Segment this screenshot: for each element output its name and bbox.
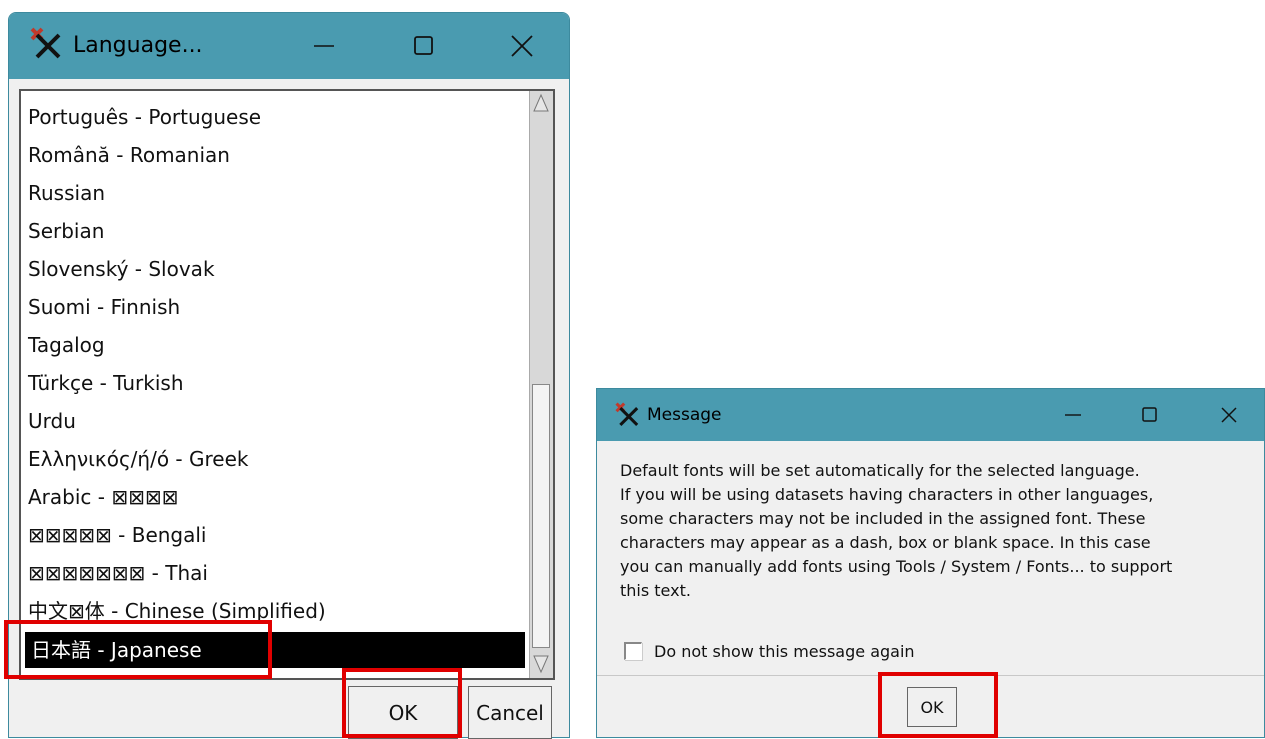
close-icon bbox=[511, 35, 533, 57]
title-bar[interactable]: Message bbox=[597, 389, 1264, 441]
maximize-button[interactable] bbox=[1128, 397, 1172, 433]
list-item[interactable]: 中文⊠体 - Chinese (Simplified) bbox=[22, 593, 522, 629]
scroll-down-icon[interactable] bbox=[532, 654, 550, 674]
message-line: If you will be using datasets having cha… bbox=[620, 485, 1154, 504]
list-item[interactable]: Urdu bbox=[22, 403, 522, 439]
list-item[interactable]: Ελληνικός/ή/ό - Greek bbox=[22, 441, 522, 477]
dont-show-again-row[interactable]: Do not show this message again bbox=[624, 639, 915, 663]
list-item[interactable]: ⊠⊠⊠⊠⊠ - Bengali bbox=[22, 517, 522, 553]
minimize-button[interactable] bbox=[299, 23, 349, 69]
list-item[interactable]: Română - Romanian bbox=[22, 137, 522, 173]
list-item[interactable]: ⊠⊠⊠⊠⊠⊠⊠ - Thai bbox=[22, 555, 522, 591]
window-title: Message bbox=[647, 405, 722, 425]
dont-show-again-label[interactable]: Do not show this message again bbox=[654, 642, 915, 661]
message-line: characters may appear as a dash, box or … bbox=[620, 533, 1151, 552]
scroll-up-icon[interactable] bbox=[532, 93, 550, 113]
language-dialog: Language... Português - Portuguese Român… bbox=[8, 12, 570, 739]
message-line: this text. bbox=[620, 581, 691, 600]
message-line: you can manually add fonts using Tools /… bbox=[620, 557, 1173, 576]
scroll-thumb[interactable] bbox=[532, 384, 550, 648]
maximize-icon bbox=[1142, 407, 1157, 422]
minimize-icon bbox=[314, 45, 334, 47]
ok-button[interactable]: OK bbox=[907, 687, 957, 727]
vertical-scrollbar[interactable] bbox=[529, 91, 553, 678]
language-list: Português - Portuguese Română - Romanian… bbox=[21, 91, 529, 678]
cancel-button[interactable]: Cancel bbox=[468, 686, 552, 739]
close-icon bbox=[1221, 407, 1237, 423]
maximize-button[interactable] bbox=[399, 23, 449, 69]
list-item[interactable]: Português - Portuguese bbox=[22, 99, 522, 135]
ok-button[interactable]: OK bbox=[348, 686, 458, 739]
language-listbox[interactable]: Português - Portuguese Română - Romanian… bbox=[19, 89, 555, 680]
list-item[interactable]: Suomi - Finnish bbox=[22, 289, 522, 325]
title-bar[interactable]: Language... bbox=[9, 13, 569, 79]
divider bbox=[597, 675, 1264, 676]
message-line: Default fonts will be set automatically … bbox=[620, 461, 1140, 480]
list-item-selected[interactable]: 日本語 - Japanese bbox=[25, 632, 525, 668]
dont-show-again-checkbox[interactable] bbox=[624, 642, 642, 660]
message-text: Default fonts will be set automatically … bbox=[620, 459, 1260, 603]
close-button[interactable] bbox=[1207, 397, 1251, 433]
list-item[interactable]: Slovenský - Slovak bbox=[22, 251, 522, 287]
list-item[interactable]: Serbian bbox=[22, 213, 522, 249]
message-dialog: Message Default fonts will be set automa… bbox=[596, 388, 1265, 738]
message-line: some characters may not be included in t… bbox=[620, 509, 1146, 528]
close-button[interactable] bbox=[497, 23, 547, 69]
app-icon bbox=[614, 402, 642, 432]
list-item[interactable]: Russian bbox=[22, 175, 522, 211]
minimize-button[interactable] bbox=[1051, 397, 1095, 433]
minimize-icon bbox=[1065, 414, 1081, 416]
app-icon bbox=[29, 27, 65, 65]
maximize-icon bbox=[414, 36, 433, 55]
list-item[interactable]: Tagalog bbox=[22, 327, 522, 363]
window-title: Language... bbox=[73, 33, 203, 58]
list-item[interactable]: Arabic - ⊠⊠⊠⊠ bbox=[22, 479, 522, 515]
list-item[interactable]: Türkçe - Turkish bbox=[22, 365, 522, 401]
